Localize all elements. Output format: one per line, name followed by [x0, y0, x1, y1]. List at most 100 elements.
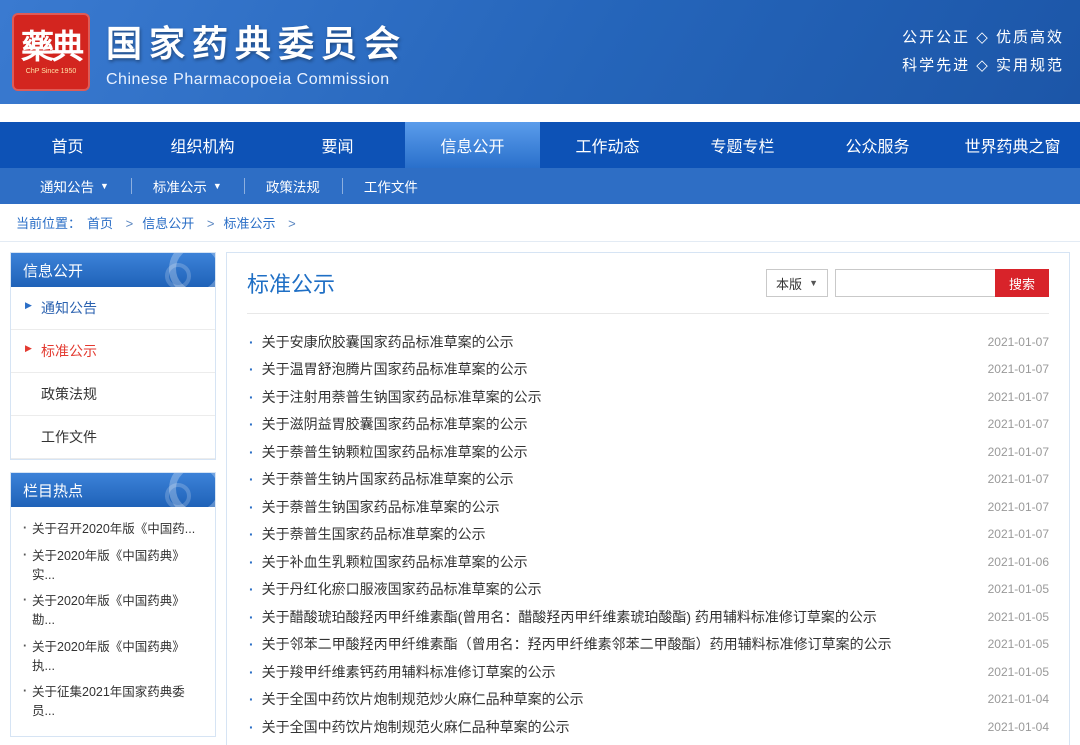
hot-topic-label: 关于2020年版《中国药典》勘...	[32, 594, 185, 627]
article-link[interactable]: 关于温胃舒泡腾片国家药品标准草案的公示	[262, 359, 976, 379]
breadcrumb-separator: >	[126, 216, 134, 231]
site-header: 藥典 ChP Since 1950 国家药典委员会 Chinese Pharma…	[0, 0, 1080, 104]
article-link[interactable]: 关于邻苯二甲酸羟丙甲纤维素酯（曾用名：羟丙甲纤维素邻苯二甲酸酯）药用辅料标准修订…	[262, 634, 976, 654]
site-title-zh: 国家药典委员会	[106, 15, 407, 67]
article-link[interactable]: 关于萘普生钠片国家药品标准草案的公示	[262, 469, 976, 489]
breadcrumb-label: 当前位置：	[16, 213, 81, 232]
sidebar-info-header: 信息公开	[11, 253, 215, 287]
hot-topic-item[interactable]: · 关于2020年版《中国药典》执...	[19, 634, 207, 680]
list-item: · 关于萘普生钠片国家药品标准草案的公示 2021-01-07	[247, 466, 1049, 494]
sidebar-info-item[interactable]: ▶ 政策法规	[11, 373, 215, 416]
nav-item[interactable]: 组织机构	[135, 122, 270, 168]
sidebar: 信息公开 ▶ 通知公告 ▶ 标准公示 ▶ 政策法规 ▶ 工作文件	[10, 252, 216, 745]
list-item: · 关于全国中药饮片炮制规范火麻仁品种草案的公示 2021-01-04	[247, 713, 1049, 741]
chevron-down-icon: ▼	[809, 278, 818, 288]
article-date: 2021-01-04	[988, 692, 1049, 706]
subnav-item[interactable]: 通知公告 ▼	[18, 168, 131, 204]
nav-item[interactable]: 专题专栏	[675, 122, 810, 168]
article-link[interactable]: 关于丹红化瘀口服液国家药品标准草案的公示	[262, 579, 976, 599]
hot-topics-block: 栏目热点 · 关于召开2020年版《中国药... · 关于2020年版《中国药典…	[10, 472, 216, 737]
logo-caption: ChP Since 1950	[26, 68, 76, 75]
list-item: · 关于补血生乳颗粒国家药品标准草案的公示 2021-01-06	[247, 548, 1049, 576]
breadcrumb-link[interactable]: 标准公示	[223, 216, 275, 231]
nav-item[interactable]: 世界药典之窗	[945, 122, 1080, 168]
hot-topics-list: · 关于召开2020年版《中国药... · 关于2020年版《中国药典》实...…	[11, 507, 215, 736]
article-date: 2021-01-05	[988, 665, 1049, 679]
sidebar-item-label: 政策法规	[41, 386, 97, 402]
bullet-icon: ·	[249, 361, 254, 377]
list-item: · 关于萘普生国家药品标准草案的公示 2021-01-07	[247, 521, 1049, 549]
bullet-icon: ·	[249, 499, 254, 515]
article-date: 2021-01-07	[988, 417, 1049, 431]
list-item: · 关于羧甲纤维素钙药用辅料标准修订草案的公示 2021-01-05	[247, 658, 1049, 686]
search-input[interactable]	[835, 269, 995, 297]
breadcrumb-link[interactable]: 首页	[87, 216, 113, 231]
article-date: 2021-01-07	[988, 500, 1049, 514]
nav-item-label: 公众服务	[845, 133, 909, 157]
header-gap	[0, 104, 1080, 122]
article-date: 2021-01-07	[988, 445, 1049, 459]
subnav-item[interactable]: 标准公示 ▼	[131, 168, 244, 204]
article-link[interactable]: 关于全国中药饮片炮制规范火麻仁品种草案的公示	[262, 717, 976, 737]
nav-item-label: 专题专栏	[710, 133, 774, 157]
article-link[interactable]: 关于滋阴益胃胶囊国家药品标准草案的公示	[262, 414, 976, 434]
hot-topic-label: 关于2020年版《中国药典》实...	[32, 549, 185, 582]
article-date: 2021-01-07	[988, 472, 1049, 486]
article-link[interactable]: 关于萘普生国家药品标准草案的公示	[262, 524, 976, 544]
article-link[interactable]: 关于萘普生钠颗粒国家药品标准草案的公示	[262, 442, 976, 462]
subnav-item-label: 工作文件	[364, 176, 418, 196]
bullet-icon: ·	[249, 471, 254, 487]
list-item: · 关于滋阴益胃胶囊国家药品标准草案的公示 2021-01-07	[247, 411, 1049, 439]
nav-item[interactable]: 要闻	[270, 122, 405, 168]
article-link[interactable]: 关于注射用萘普生钠国家药品标准草案的公示	[262, 387, 976, 407]
subnav-item[interactable]: 工作文件 ▼	[342, 168, 440, 204]
sidebar-info-list: ▶ 通知公告 ▶ 标准公示 ▶ 政策法规 ▶ 工作文件	[11, 287, 215, 459]
chp-logo[interactable]: 藥典 ChP Since 1950	[12, 13, 90, 91]
nav-item-label: 组织机构	[170, 133, 234, 157]
bullet-icon: ·	[249, 664, 254, 680]
bullet-icon: ·	[249, 526, 254, 542]
sidebar-item-label: 通知公告	[41, 300, 97, 316]
sidebar-info-item[interactable]: ▶ 通知公告	[11, 287, 215, 330]
bullet-icon: ·	[23, 546, 27, 565]
search-button[interactable]: 搜索	[995, 269, 1049, 297]
list-item: · 关于萘普生钠颗粒国家药品标准草案的公示 2021-01-07	[247, 438, 1049, 466]
article-link[interactable]: 关于补血生乳颗粒国家药品标准草案的公示	[262, 552, 976, 572]
nav-item[interactable]: 信息公开	[405, 122, 540, 168]
hot-topic-item[interactable]: · 关于2020年版《中国药典》实...	[19, 543, 207, 589]
article-link[interactable]: 关于全国中药饮片炮制规范炒火麻仁品种草案的公示	[262, 689, 976, 709]
list-item: · 关于萘普生钠国家药品标准草案的公示 2021-01-07	[247, 493, 1049, 521]
hot-topic-label: 关于征集2021年国家药典委员...	[32, 685, 185, 718]
bullet-icon: ·	[23, 591, 27, 610]
list-item: · 关于丹红化瘀口服液国家药品标准草案的公示 2021-01-05	[247, 576, 1049, 604]
site-title-en: Chinese Pharmacopoeia Commission	[106, 71, 407, 89]
subnav-item[interactable]: 政策法规 ▼	[244, 168, 342, 204]
bullet-icon: ·	[249, 609, 254, 625]
hot-topic-item[interactable]: · 关于征集2021年国家药典委员...	[19, 679, 207, 725]
sidebar-info-item[interactable]: ▶ 标准公示	[11, 330, 215, 373]
nav-item-label: 首页	[51, 133, 83, 157]
main-panel: 标准公示 本版 ▼ 搜索 · 关于安康欣胶囊国家药品标准草案的公示 2021-0…	[226, 252, 1070, 745]
breadcrumb-separator: >	[288, 216, 296, 231]
article-link[interactable]: 关于安康欣胶囊国家药品标准草案的公示	[262, 332, 976, 352]
list-item: · 关于温胃舒泡腾片国家药品标准草案的公示 2021-01-07	[247, 356, 1049, 384]
article-list: · 关于安康欣胶囊国家药品标准草案的公示 2021-01-07 · 关于温胃舒泡…	[247, 328, 1049, 741]
logo-seal-icon: 藥典	[21, 30, 81, 63]
search-scope-select[interactable]: 本版 ▼	[766, 269, 828, 297]
article-link[interactable]: 关于羧甲纤维素钙药用辅料标准修订草案的公示	[262, 662, 976, 682]
hot-topic-item[interactable]: · 关于2020年版《中国药典》勘...	[19, 588, 207, 634]
arrow-right-icon: ▶	[25, 343, 32, 354]
article-date: 2021-01-07	[988, 335, 1049, 349]
nav-item[interactable]: 首页	[0, 122, 135, 168]
article-date: 2021-01-07	[988, 390, 1049, 404]
article-link[interactable]: 关于醋酸琥珀酸羟丙甲纤维素酯(曾用名：醋酸羟丙甲纤维素琥珀酸酯) 药用辅料标准修…	[262, 607, 976, 627]
sidebar-info-item[interactable]: ▶ 工作文件	[11, 416, 215, 459]
article-link[interactable]: 关于萘普生钠国家药品标准草案的公示	[262, 497, 976, 517]
hot-topic-item[interactable]: · 关于召开2020年版《中国药...	[19, 516, 207, 543]
nav-item[interactable]: 工作动态	[540, 122, 675, 168]
nav-item[interactable]: 公众服务	[810, 122, 945, 168]
bullet-icon: ·	[249, 691, 254, 707]
list-item: · 关于邻苯二甲酸羟丙甲纤维素酯（曾用名：羟丙甲纤维素邻苯二甲酸酯）药用辅料标准…	[247, 631, 1049, 659]
breadcrumb-link[interactable]: 信息公开	[142, 216, 194, 231]
list-item: · 关于注射用萘普生钠国家药品标准草案的公示 2021-01-07	[247, 383, 1049, 411]
